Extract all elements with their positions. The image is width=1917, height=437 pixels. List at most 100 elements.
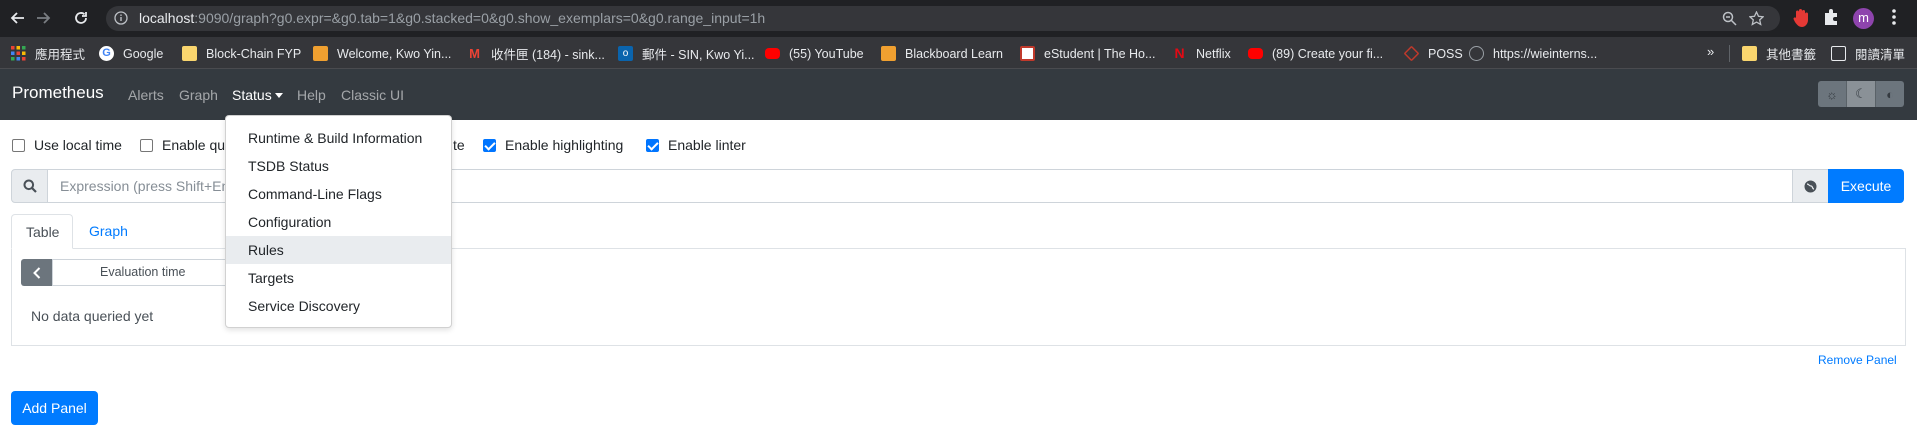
brand-logo[interactable]: Prometheus xyxy=(12,83,104,103)
bookmark-outlook[interactable]: o 郵件 - SIN, Kwo Yi... xyxy=(618,45,755,62)
option-label: Enable highlighting xyxy=(505,137,624,153)
bookmark-google[interactable]: G Google xyxy=(99,45,163,62)
url-text: localhost:9090/graph?g0.expr=&g0.tab=1&g… xyxy=(139,10,766,26)
prometheus-navbar: Prometheus Alerts Graph Status Help Clas… xyxy=(0,69,1917,120)
nav-status-label: Status xyxy=(232,87,272,103)
bookmark-label: 郵件 - SIN, Kwo Yi... xyxy=(642,48,755,62)
profile-avatar[interactable]: m xyxy=(1853,8,1874,29)
bookmark-youtube-2[interactable]: (89) Create your fi... xyxy=(1248,45,1383,62)
menu-item-command-line-flags[interactable]: Command-Line Flags xyxy=(226,180,451,208)
reload-icon[interactable] xyxy=(71,8,91,28)
execute-button[interactable]: Execute xyxy=(1828,169,1904,203)
option-label: Enable linter xyxy=(668,137,746,153)
option-label: Enable que xyxy=(162,137,233,153)
bookmark-label: POSS xyxy=(1428,46,1463,61)
bookmark-gmail[interactable]: M 收件匣 (184) - sink... xyxy=(467,45,605,62)
forward-arrow-icon[interactable] xyxy=(33,8,53,28)
add-panel-button[interactable]: Add Panel xyxy=(11,391,98,425)
evaluation-time-input[interactable]: Evaluation time xyxy=(52,259,228,286)
use-local-time-option[interactable]: Use local time xyxy=(12,137,122,153)
auto-theme-contrast-icon[interactable]: ◐ xyxy=(1876,81,1904,107)
query-history-checkbox[interactable] xyxy=(140,138,153,152)
bookmark-label: 應用程式 xyxy=(35,48,86,62)
bookmarks-divider xyxy=(1729,45,1730,62)
zoom-icon[interactable] xyxy=(1722,11,1737,29)
extension-hand-icon[interactable] xyxy=(1793,8,1811,31)
option-label: Use local time xyxy=(34,137,122,153)
autocomplete-option[interactable]: te xyxy=(453,137,465,153)
bookmark-netflix[interactable]: N Netflix xyxy=(1172,45,1231,62)
address-bar[interactable]: localhost:9090/graph?g0.expr=&g0.tab=1&g… xyxy=(106,6,1780,31)
bookmark-wieinterns[interactable]: https://wieinterns... xyxy=(1469,45,1597,62)
browser-toolbar: localhost:9090/graph?g0.expr=&g0.tab=1&g… xyxy=(0,0,1917,37)
option-label: te xyxy=(453,137,465,153)
search-icon xyxy=(11,169,48,203)
bookmark-label: (89) Create your fi... xyxy=(1272,46,1384,61)
outlook-icon: o xyxy=(618,46,633,61)
bookmark-other[interactable]: 其他書籤 xyxy=(1742,45,1816,62)
bookmark-label: Welcome, Kwo Yin... xyxy=(337,46,452,61)
nav-graph[interactable]: Graph xyxy=(179,87,218,103)
linter-checkbox[interactable] xyxy=(646,138,659,152)
extensions-puzzle-icon[interactable] xyxy=(1823,8,1841,29)
reading-list-icon xyxy=(1831,46,1846,61)
bookmark-label: https://wieinterns... xyxy=(1493,46,1598,61)
menu-item-targets[interactable]: Targets xyxy=(226,264,451,292)
back-arrow-icon[interactable] xyxy=(8,8,28,28)
bookmark-estudent[interactable]: eStudent | The Ho... xyxy=(1020,45,1155,62)
google-icon: G xyxy=(99,46,114,61)
bookmark-star-icon[interactable] xyxy=(1748,10,1765,29)
bookmark-label: (55) YouTube xyxy=(789,46,864,61)
nav-classic-ui[interactable]: Classic UI xyxy=(341,87,404,103)
light-theme-sun-icon[interactable]: ☼ xyxy=(1818,81,1847,107)
tab-table[interactable]: Table xyxy=(11,214,73,249)
bookmark-label: Blackboard Learn xyxy=(905,46,1003,61)
bookmark-apps[interactable]: 應用程式 xyxy=(11,45,85,62)
youtube-icon xyxy=(1248,48,1263,59)
bookmark-youtube[interactable]: (55) YouTube xyxy=(765,45,864,62)
use-local-time-checkbox[interactable] xyxy=(12,138,25,152)
diamond-icon xyxy=(1403,45,1420,62)
highlighting-option[interactable]: Enable highlighting xyxy=(483,137,623,153)
youtube-icon xyxy=(765,48,780,59)
bookmarks-bar: 應用程式 G Google Block-Chain FYP Welcome, K… xyxy=(0,37,1917,69)
bookmark-welcome[interactable]: Welcome, Kwo Yin... xyxy=(313,45,451,62)
orange-square-icon xyxy=(313,46,328,61)
linter-option[interactable]: Enable linter xyxy=(646,137,746,153)
bookmark-label: Netflix xyxy=(1196,46,1231,61)
bookmark-label: eStudent | The Ho... xyxy=(1044,46,1156,61)
bookmark-poss[interactable]: POSS xyxy=(1403,45,1463,62)
status-dropdown-menu: Runtime & Build Information TSDB Status … xyxy=(225,115,452,328)
metrics-explorer-globe-icon[interactable] xyxy=(1792,169,1829,203)
bookmark-blackboard[interactable]: Blackboard Learn xyxy=(881,45,1003,62)
menu-item-rules[interactable]: Rules xyxy=(226,236,451,264)
caret-down-icon xyxy=(274,92,283,98)
dark-theme-moon-icon[interactable]: ☾ xyxy=(1847,81,1876,107)
tab-graph[interactable]: Graph xyxy=(75,214,142,249)
menu-item-configuration[interactable]: Configuration xyxy=(226,208,451,236)
bookmark-label: Block-Chain FYP xyxy=(206,46,302,61)
theme-toggle-group: ☼ ☾ ◐ xyxy=(1818,81,1904,107)
bookmark-label: Google xyxy=(123,46,164,61)
previous-time-chevron-left-icon[interactable] xyxy=(21,259,52,286)
menu-item-service-discovery[interactable]: Service Discovery xyxy=(226,292,451,320)
gmail-icon: M xyxy=(469,46,480,61)
more-bookmarks-chevron-icon[interactable]: » xyxy=(1707,44,1714,59)
highlighting-checkbox[interactable] xyxy=(483,138,496,152)
orange-square-icon xyxy=(881,46,896,61)
bookmark-label: 收件匣 (184) - sink... xyxy=(491,48,605,62)
globe-icon xyxy=(1469,46,1484,61)
menu-item-tsdb-status[interactable]: TSDB Status xyxy=(226,152,451,180)
nav-help[interactable]: Help xyxy=(297,87,326,103)
menu-item-runtime-build-info[interactable]: Runtime & Build Information xyxy=(226,124,451,152)
query-history-option[interactable]: Enable que xyxy=(140,137,233,153)
bookmark-blockchain-fyp[interactable]: Block-Chain FYP xyxy=(182,45,301,62)
nav-status-dropdown[interactable]: Status xyxy=(232,87,283,103)
site-info-icon[interactable] xyxy=(114,11,128,28)
folder-icon xyxy=(1742,46,1757,61)
remove-panel-link[interactable]: Remove Panel xyxy=(1818,353,1897,367)
bookmark-label: 其他書籤 xyxy=(1766,48,1817,62)
reading-list[interactable]: 閱讀清單 xyxy=(1831,45,1905,62)
nav-alerts[interactable]: Alerts xyxy=(128,87,164,103)
chrome-menu-icon[interactable] xyxy=(1891,8,1897,29)
